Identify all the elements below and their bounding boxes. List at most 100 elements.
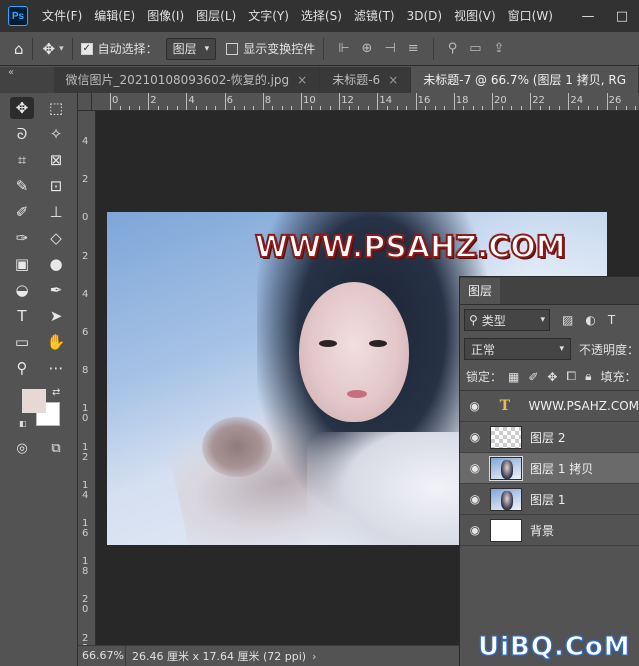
ruler-tick — [329, 106, 331, 110]
eye-icon[interactable]: ◉ — [460, 461, 490, 475]
zoom-level[interactable]: 66.67% — [78, 645, 126, 666]
tab-document-3[interactable]: 未标题-7 @ 66.7% (图层 1 拷贝, RG — [411, 67, 639, 93]
spot-healing-tool-icon[interactable]: ⊡ — [44, 175, 68, 197]
layer-name: 图层 1 — [530, 492, 566, 507]
screen-mode-icon[interactable]: ⧉ — [44, 438, 68, 460]
search-icon[interactable]: ⚲ — [448, 41, 458, 56]
distribute-icon[interactable]: ≡ — [408, 41, 419, 56]
eye-icon[interactable]: ◉ — [460, 492, 490, 506]
menu-type[interactable]: 文字(Y) — [242, 0, 295, 32]
pixel-filter-icon[interactable]: ▨ — [562, 313, 573, 327]
ruler-tick — [186, 93, 188, 110]
ruler-tick — [195, 106, 197, 110]
align-right-icon[interactable]: ⊣ — [384, 41, 395, 56]
site-watermark: UiBQ.CoM — [478, 632, 631, 663]
foreground-color-swatch[interactable] — [22, 389, 46, 413]
tab-layers[interactable]: 图层 — [460, 278, 501, 304]
eye-icon[interactable]: ◉ — [460, 399, 489, 413]
quick-mask-icon[interactable]: ◎ — [10, 438, 34, 460]
menu-layer[interactable]: 图层(L) — [190, 0, 242, 32]
eye-icon[interactable]: ◉ — [460, 523, 490, 537]
ruler-tick-label: 8 — [82, 365, 89, 377]
dodge-tool-icon[interactable]: ◒ — [10, 279, 34, 301]
layer-row-layer-1[interactable]: ◉ 图层 1 — [460, 484, 639, 515]
chevron-down-icon[interactable]: ▾ — [59, 44, 64, 54]
ruler-tick — [253, 106, 255, 110]
show-transform-label: 显示变换控件 — [243, 42, 316, 56]
show-transform-checkbox[interactable] — [226, 42, 239, 55]
swap-colors-icon[interactable]: ⇄ — [52, 387, 60, 398]
ruler-tick — [339, 93, 341, 110]
ruler-tick-label: 6 — [226, 95, 233, 106]
blur-tool-icon[interactable]: ● — [44, 253, 68, 275]
lock-transparency-icon[interactable]: ▦ — [508, 370, 519, 384]
brush-tool-icon[interactable]: ✐ — [10, 201, 34, 223]
eyedropper-tool-icon[interactable]: ✎ — [10, 175, 34, 197]
layer-row-layer-1-copy[interactable]: ◉ 图层 1 拷贝 — [460, 453, 639, 484]
move-tool-icon[interactable]: ✥ — [43, 40, 56, 58]
move-tool-icon[interactable]: ✥ — [10, 97, 34, 119]
menu-select[interactable]: 选择(S) — [295, 0, 348, 32]
collapse-panel-icon[interactable]: « — [0, 67, 54, 93]
lasso-tool-icon[interactable]: ᘐ — [10, 123, 34, 145]
vertical-ruler[interactable]: 4 2 0 2 4 6 8 1 0 1 2 1 4 1 6 1 8 2 0 2 2 — [78, 111, 96, 645]
divider — [432, 37, 434, 60]
menu-image[interactable]: 图像(I) — [141, 0, 190, 32]
align-center-icon[interactable]: ⊕ — [362, 41, 373, 56]
photoshop-logo-icon: Ps — [8, 6, 28, 26]
tab-document-1[interactable]: 微信图片_20210108093602-恢复的.jpg × — [53, 67, 321, 93]
layer-kind-filter-dropdown[interactable]: ⚲ 类型 ▾ — [464, 309, 550, 331]
history-brush-tool-icon[interactable]: ✑ — [10, 227, 34, 249]
image-hand — [202, 417, 272, 477]
lock-artboard-icon[interactable]: ⧠ — [566, 369, 576, 384]
status-menu-arrow-icon[interactable]: › — [312, 650, 316, 663]
adjustment-filter-icon[interactable]: ◐ — [585, 313, 595, 327]
divider — [31, 37, 33, 60]
lock-pixels-icon[interactable]: ✐ — [528, 370, 538, 384]
tab-document-2[interactable]: 未标题-6 × — [320, 67, 412, 93]
maximize-button[interactable]: □ — [605, 9, 639, 24]
align-left-icon[interactable]: ⊩ — [338, 41, 349, 56]
stamp-tool-icon[interactable]: ⊥ — [44, 201, 68, 223]
layer-row-layer-2[interactable]: ◉ 图层 2 — [460, 422, 639, 453]
menu-view[interactable]: 视图(V) — [448, 0, 502, 32]
options-bar: ⌂ ✥ ▾ ✓ 自动选择： 图层 ▾ 显示变换控件 ⊩ ⊕ ⊣ ≡ ⚲ ▭ ⇪ — [0, 32, 639, 66]
frame-tool-icon[interactable]: ⊠ — [44, 149, 68, 171]
lock-all-icon[interactable]: 🔒︎ — [585, 369, 591, 384]
share-icon[interactable]: ⇪ — [494, 41, 505, 56]
blend-mode-dropdown[interactable]: 正常 ▾ — [464, 338, 571, 360]
menu-filter[interactable]: 滤镜(T) — [348, 0, 401, 32]
home-icon[interactable]: ⌂ — [14, 40, 24, 58]
crop-tool-icon[interactable]: ⌗ — [10, 149, 34, 171]
chevron-down-icon: ▾ — [204, 43, 210, 54]
path-selection-tool-icon[interactable]: ➤ — [44, 305, 68, 327]
layer-row-text[interactable]: ◉ T WWW.PSAHZ.COM — [460, 391, 639, 422]
hand-tool-icon[interactable]: ✋ — [44, 331, 68, 353]
eye-icon[interactable]: ◉ — [460, 430, 490, 444]
menu-edit[interactable]: 编辑(E) — [88, 0, 141, 32]
auto-select-checkbox[interactable]: ✓ — [80, 42, 93, 55]
workspace-icon[interactable]: ▭ — [469, 41, 481, 56]
default-colors-icon[interactable]: ◧ — [19, 419, 27, 428]
magic-wand-tool-icon[interactable]: ✧ — [44, 123, 68, 145]
zoom-tool-icon[interactable]: ⚲ — [10, 357, 34, 379]
gradient-tool-icon[interactable]: ▣ — [10, 253, 34, 275]
menu-3d[interactable]: 3D(D) — [401, 0, 448, 32]
close-icon[interactable]: × — [388, 73, 398, 87]
more-tools-icon[interactable]: ⋯ — [44, 357, 68, 379]
lock-position-icon[interactable]: ✥ — [547, 370, 557, 384]
horizontal-ruler[interactable]: 0 2 4 6 8 10 12 14 16 18 20 22 24 26 — [92, 93, 639, 111]
auto-select-target-dropdown[interactable]: 图层 ▾ — [165, 37, 217, 60]
minimize-button[interactable]: — — [571, 9, 605, 24]
marquee-tool-icon[interactable]: ⬚ — [44, 97, 68, 119]
menu-file[interactable]: 文件(F) — [36, 0, 88, 32]
eraser-tool-icon[interactable]: ◇ — [44, 227, 68, 249]
menu-window[interactable]: 窗口(W) — [502, 0, 559, 32]
pen-tool-icon[interactable]: ✒ — [44, 279, 68, 301]
type-tool-icon[interactable]: T — [10, 305, 34, 327]
type-filter-icon[interactable]: T — [608, 313, 615, 327]
text-layer-thumbnail: T — [499, 397, 511, 414]
layer-row-background[interactable]: ◉ 背景 — [460, 515, 639, 546]
rectangle-tool-icon[interactable]: ▭ — [10, 331, 34, 353]
close-icon[interactable]: × — [297, 73, 307, 87]
